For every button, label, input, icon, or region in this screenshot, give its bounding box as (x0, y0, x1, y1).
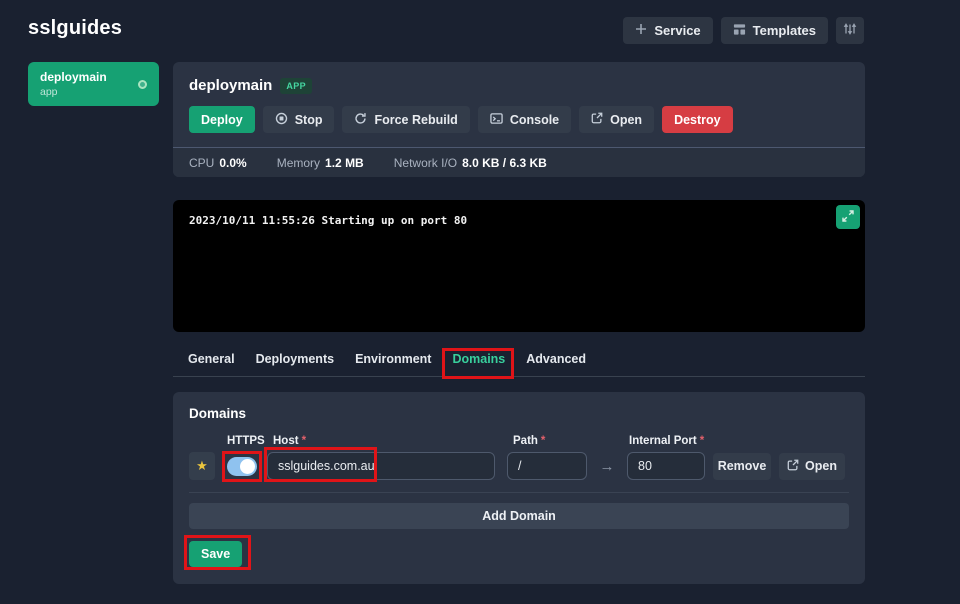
refresh-icon (354, 112, 367, 128)
remove-domain-button[interactable]: Remove (713, 453, 771, 480)
internal-port-input[interactable] (627, 452, 705, 480)
internal-port-label: Internal Port* (627, 435, 705, 447)
required-marker: * (541, 435, 545, 447)
host-field-wrap (267, 452, 495, 480)
sliders-icon (843, 22, 857, 39)
host-label-text: Host (273, 435, 299, 447)
service-name: deploymain (189, 77, 272, 94)
required-marker: * (700, 435, 704, 447)
domain-row: ★ → Remove Open (189, 452, 849, 480)
save-button[interactable]: Save (189, 541, 242, 567)
sidebar-item-deploymain[interactable]: deploymain app (28, 62, 159, 106)
network-value: 8.0 KB / 6.3 KB (462, 156, 547, 170)
open-label: Open (610, 113, 642, 127)
open-domain-button[interactable]: Open (779, 453, 845, 480)
add-domain-button[interactable]: Add Domain (189, 503, 849, 529)
console-log-panel[interactable]: 2023/10/11 11:55:26 Starting up on port … (173, 200, 865, 332)
service-actions: Deploy Stop Force Rebuild Console Open D… (173, 94, 865, 147)
stop-icon (275, 112, 288, 128)
stop-button[interactable]: Stop (263, 106, 335, 133)
templates-label: Templates (753, 23, 816, 38)
sidebar-service-name: deploymain (40, 70, 107, 84)
add-service-label: Service (654, 23, 700, 38)
stop-label: Stop (295, 113, 323, 127)
memory-label: Memory (277, 156, 320, 170)
memory-stat: Memory 1.2 MB (277, 156, 364, 170)
destroy-button[interactable]: Destroy (662, 106, 733, 133)
path-label: Path* (507, 435, 587, 447)
console-button[interactable]: Console (478, 106, 571, 133)
open-button[interactable]: Open (579, 106, 654, 133)
deploy-button[interactable]: Deploy (189, 106, 255, 133)
https-toggle-wrap (227, 457, 257, 476)
cpu-label: CPU (189, 156, 214, 170)
domain-form-labels: HTTPS Host* Path* Internal Port* (189, 435, 849, 447)
expand-icon (841, 209, 855, 226)
console-log-line: 2023/10/11 11:55:26 Starting up on port … (189, 214, 467, 227)
tab-general[interactable]: General (188, 352, 235, 376)
domains-panel: Domains HTTPS Host* Path* Internal Port*… (173, 392, 865, 584)
divider (189, 492, 849, 493)
star-column-spacer (189, 435, 215, 447)
arrow-column-spacer (595, 435, 619, 447)
plus-icon (635, 23, 647, 38)
https-toggle[interactable] (227, 457, 257, 476)
topbar-actions: Service Templates (623, 17, 864, 44)
path-field-wrap (507, 452, 587, 480)
host-input[interactable] (267, 452, 495, 480)
network-label: Network I/O (394, 156, 457, 170)
status-dot-icon (138, 80, 147, 89)
arrow-right-icon: → (595, 458, 619, 475)
tab-deployments[interactable]: Deployments (256, 352, 335, 376)
templates-button[interactable]: Templates (721, 17, 828, 44)
cpu-value: 0.0% (219, 156, 246, 170)
templates-icon (733, 23, 746, 39)
sidebar-service-type: app (40, 86, 107, 98)
internal-port-label-text: Internal Port (629, 435, 697, 447)
page-title: sslguides (28, 17, 122, 40)
deployment-panel: sslguides Service Templates deploymain a… (0, 0, 960, 604)
network-stat: Network I/O 8.0 KB / 6.3 KB (394, 156, 547, 170)
service-stats: CPU 0.0% Memory 1.2 MB Network I/O 8.0 K… (173, 147, 865, 177)
force-rebuild-button[interactable]: Force Rebuild (342, 106, 469, 133)
save-button-wrap: Save (189, 541, 242, 567)
path-label-text: Path (513, 435, 538, 447)
external-link-icon (591, 112, 603, 127)
host-label: Host* (267, 435, 495, 447)
memory-value: 1.2 MB (325, 156, 364, 170)
path-input[interactable] (507, 452, 587, 480)
https-label: HTTPS (227, 435, 257, 447)
primary-domain-star-button[interactable]: ★ (189, 452, 215, 480)
service-tabs: General Deployments Environment Domains … (173, 352, 865, 377)
domains-title: Domains (189, 406, 849, 421)
external-link-icon (787, 459, 799, 474)
tab-environment[interactable]: Environment (355, 352, 431, 376)
expand-console-button[interactable] (836, 205, 860, 229)
force-rebuild-label: Force Rebuild (374, 113, 457, 127)
add-service-button[interactable]: Service (623, 17, 712, 44)
cpu-stat: CPU 0.0% (189, 156, 247, 170)
service-title-row: deploymain APP (173, 62, 865, 94)
tab-domains[interactable]: Domains (452, 352, 505, 376)
console-label: Console (510, 113, 559, 127)
layout-adjust-button[interactable] (836, 17, 864, 44)
service-header-card: deploymain APP Deploy Stop Force Rebuild… (173, 62, 865, 177)
open-domain-label: Open (805, 459, 837, 473)
star-icon: ★ (196, 458, 208, 474)
service-type-badge: APP (280, 78, 312, 94)
internal-port-field-wrap (627, 452, 705, 480)
tab-advanced[interactable]: Advanced (526, 352, 586, 376)
terminal-icon (490, 112, 503, 128)
required-marker: * (302, 435, 306, 447)
toggle-knob (240, 459, 255, 474)
sidebar-service-info: deploymain app (40, 70, 107, 98)
